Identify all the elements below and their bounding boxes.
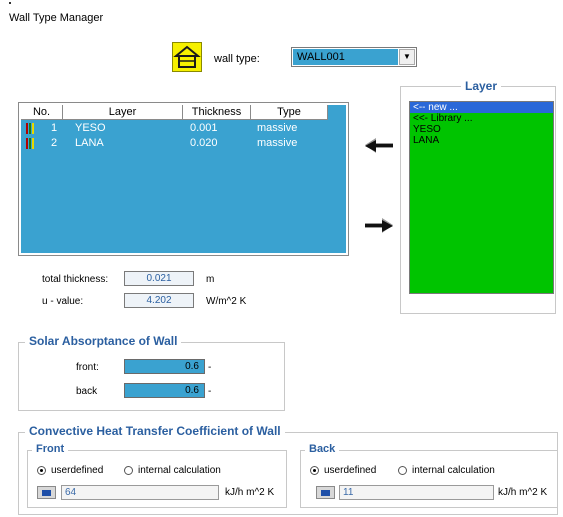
back-userdefined-label[interactable]: userdefined	[324, 465, 376, 476]
total-thickness-unit: m	[206, 274, 215, 285]
row-thickness: 0.001	[190, 122, 218, 134]
table-header: No. Layer Thickness Type	[21, 105, 328, 120]
layer-color-icon	[26, 123, 35, 134]
convective-back-title: Back	[305, 443, 340, 455]
total-thickness-value: 0.021	[124, 271, 194, 286]
back-coefficient-unit: kJ/h m^2 K	[498, 487, 548, 498]
back-coefficient-input[interactable]: 11	[339, 485, 494, 500]
u-value-label: u - value:	[42, 296, 84, 307]
solar-back-unit: -	[208, 386, 212, 397]
row-layer: LANA	[75, 137, 104, 149]
back-userdefined-radio[interactable]	[310, 466, 319, 475]
wall-type-select[interactable]: WALL001 ▼	[291, 47, 417, 67]
list-item[interactable]: YESO	[410, 124, 553, 135]
back-edit-button[interactable]	[316, 486, 335, 499]
front-userdefined-radio[interactable]	[37, 466, 46, 475]
solar-front-input[interactable]: 0.6	[124, 359, 205, 374]
solar-front-label: front:	[76, 362, 99, 373]
row-thickness: 0.020	[190, 137, 218, 149]
layer-color-icon	[26, 138, 35, 149]
row-type: massive	[257, 137, 298, 149]
front-internal-radio[interactable]	[124, 466, 133, 475]
back-internal-radio[interactable]	[398, 466, 407, 475]
table-row[interactable]: 1 YESO 0.001 massive	[21, 121, 326, 135]
convective-front-title: Front	[32, 443, 69, 455]
back-internal-label[interactable]: internal calculation	[412, 465, 495, 476]
solar-back-label: back	[76, 386, 98, 397]
row-no: 1	[51, 122, 58, 134]
row-layer: YESO	[75, 122, 106, 134]
table-row[interactable]: 2 LANA 0.020 massive	[21, 136, 326, 150]
solar-absorptance-group: Solar Absorptance of Wall	[18, 334, 285, 411]
total-thickness-label: total thickness:	[42, 274, 109, 285]
list-item[interactable]: LANA	[410, 135, 553, 146]
layer-library-list[interactable]: <-- new ... <<- Library ... YESO LANA	[409, 101, 554, 294]
wall-type-value: WALL001	[293, 49, 398, 65]
chevron-down-icon[interactable]: ▼	[399, 49, 415, 65]
front-coefficient-unit: kJ/h m^2 K	[225, 487, 275, 498]
solar-back-input[interactable]: 0.6	[124, 383, 205, 398]
convective-title: Convective Heat Transfer Coefficient of …	[25, 424, 285, 438]
front-internal-label[interactable]: internal calculation	[138, 465, 221, 476]
remove-layer-arrow-icon[interactable]	[364, 216, 394, 236]
solar-front-unit: -	[208, 362, 212, 373]
column-header-layer[interactable]: Layer	[63, 105, 183, 119]
title-mark	[9, 2, 11, 4]
u-value-value: 4.202	[124, 293, 194, 308]
column-header-thickness[interactable]: Thickness	[183, 105, 251, 119]
u-value-unit: W/m^2 K	[206, 296, 247, 307]
list-item[interactable]: <-- new ...	[410, 102, 553, 113]
solar-absorptance-title: Solar Absorptance of Wall	[25, 334, 182, 348]
front-userdefined-label[interactable]: userdefined	[51, 465, 103, 476]
column-header-type[interactable]: Type	[251, 105, 328, 119]
window-title: Wall Type Manager	[9, 12, 104, 24]
front-coefficient-input[interactable]: 64	[61, 485, 219, 500]
front-edit-button[interactable]	[37, 486, 56, 499]
list-item[interactable]: <<- Library ...	[410, 113, 553, 124]
wall-type-label: wall type:	[214, 53, 260, 65]
house-icon[interactable]	[172, 42, 202, 72]
layer-group-title: Layer	[461, 79, 502, 93]
column-header-no[interactable]: No.	[21, 105, 63, 119]
row-type: massive	[257, 122, 298, 134]
add-layer-arrow-icon[interactable]	[364, 136, 394, 156]
row-no: 2	[51, 137, 58, 149]
layer-table[interactable]: No. Layer Thickness Type 1 YESO 0.001 ma…	[18, 102, 349, 256]
